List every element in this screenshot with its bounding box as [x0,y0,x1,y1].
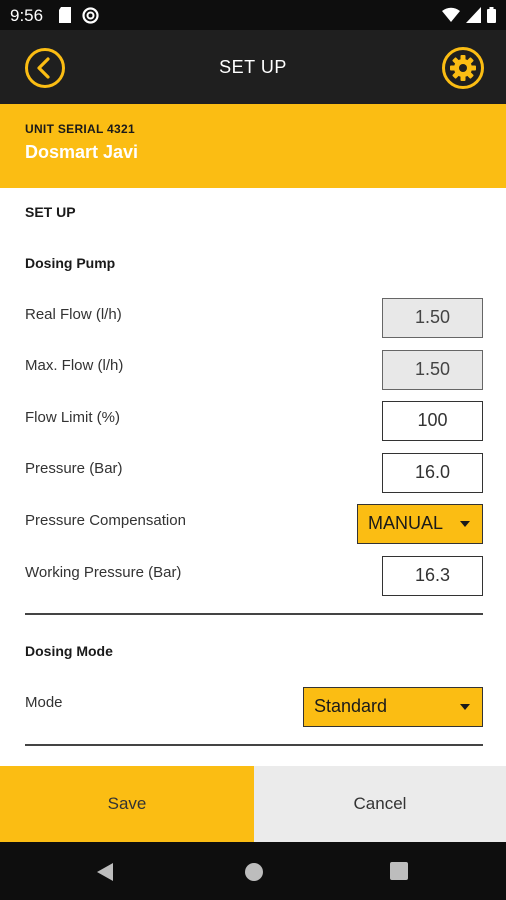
save-button[interactable]: Save [0,766,254,842]
dosing-mode-heading: Dosing Mode [25,643,113,659]
mode-dropdown[interactable]: Standard [303,687,483,727]
max-flow-label: Max. Flow (l/h) [25,357,124,374]
recents-square-icon[interactable] [390,862,408,885]
pressure-label: Pressure (Bar) [25,460,123,477]
navigation-bar [0,842,506,900]
dosing-pump-heading: Dosing Pump [25,255,116,271]
action-bar: Save Cancel [0,766,506,842]
pressure-compensation-value: MANUAL [368,513,444,533]
home-circle-icon[interactable] [244,862,264,887]
caret-down-icon [460,521,470,527]
max-flow-field: 1.50 [382,350,483,390]
cancel-button[interactable]: Cancel [254,766,506,842]
cellular-signal-icon [466,7,481,28]
sd-card-icon [58,7,72,29]
status-bar: 9:56 [0,0,506,30]
status-time: 9:56 [10,6,44,25]
app-header: SET UP [0,30,506,104]
real-flow-label: Real Flow (l/h) [25,306,122,323]
working-pressure-input[interactable]: 16.3 [382,556,483,596]
unit-banner: UNIT SERIAL 4321 Dosmart Javi [0,104,506,188]
divider [25,744,483,746]
setup-heading: SET UP [25,204,76,220]
gear-icon [442,47,484,89]
setup-form: SET UP Dosing Pump Real Flow (l/h) 1.50 … [0,188,506,766]
caret-down-icon [460,704,470,710]
mode-label: Mode [25,694,63,711]
mode-value: Standard [314,696,388,716]
pressure-compensation-label: Pressure Compensation [25,512,186,529]
do-not-disturb-icon [82,7,99,29]
battery-icon [487,7,496,28]
flow-limit-label: Flow Limit (%) [25,409,121,426]
working-pressure-label: Working Pressure (Bar) [25,564,182,581]
back-triangle-icon[interactable] [96,862,114,887]
page-title: SET UP [219,57,287,77]
flow-limit-input[interactable]: 100 [382,401,483,441]
divider [25,613,483,615]
pressure-input[interactable]: 16.0 [382,453,483,493]
unit-name: Dosmart Javi [25,142,139,162]
wifi-icon [442,7,460,28]
real-flow-field: 1.50 [382,298,483,338]
unit-serial: UNIT SERIAL 4321 [25,122,135,136]
settings-button[interactable] [441,46,485,90]
pressure-compensation-dropdown[interactable]: MANUAL [357,504,483,544]
